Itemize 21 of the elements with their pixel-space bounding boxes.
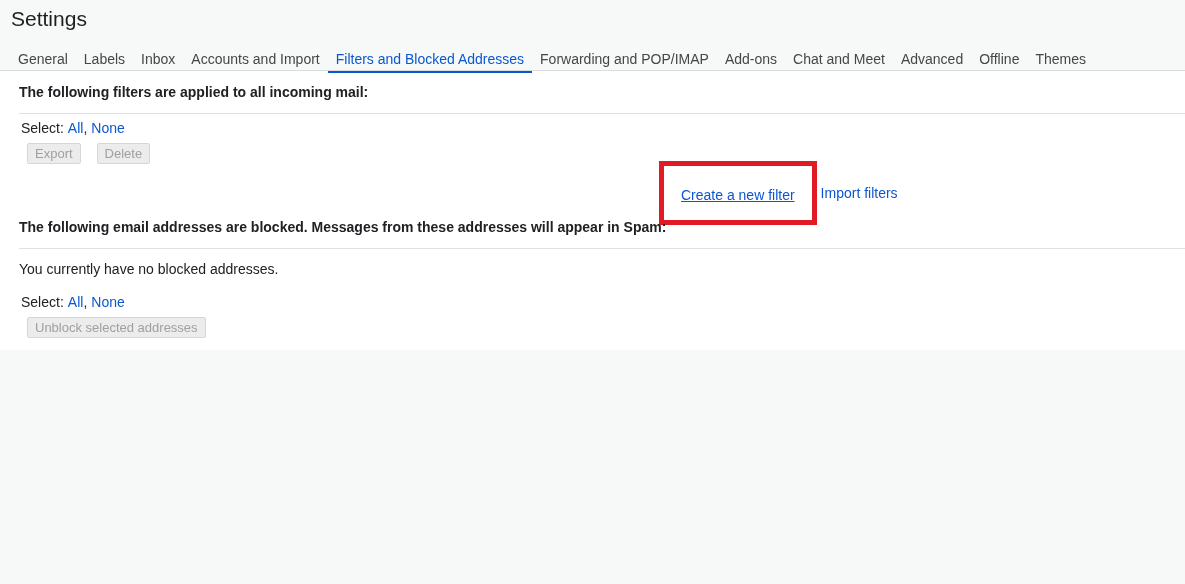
- settings-tab[interactable]: Offline: [971, 44, 1028, 73]
- settings-tab[interactable]: Add-ons: [716, 44, 786, 73]
- page-title: Settings: [11, 6, 87, 32]
- settings-tab[interactable]: Inbox: [133, 44, 184, 73]
- select-link[interactable]: None: [91, 119, 125, 137]
- settings-tab[interactable]: General: [10, 44, 76, 73]
- settings-tab[interactable]: Labels: [75, 44, 134, 73]
- separator-text: ,: [83, 119, 88, 137]
- filter-link[interactable]: Import filters: [820, 184, 898, 202]
- settings-tab[interactable]: Forwarding and POP/IMAP: [532, 44, 717, 73]
- settings-tab[interactable]: Chat and Meet: [785, 44, 893, 73]
- section-heading: The following filters are applied to all incoming mail:: [19, 84, 369, 100]
- filter-link[interactable]: Create a new filter: [659, 161, 817, 225]
- settings-tab[interactable]: Advanced: [892, 44, 972, 73]
- settings-tab[interactable]: Accounts and Import: [183, 44, 328, 73]
- separator-text: ,: [83, 293, 88, 311]
- select-link[interactable]: None: [91, 293, 125, 311]
- select-label: Select:: [21, 293, 64, 311]
- select-label: Select:: [21, 119, 64, 137]
- settings-tab[interactable]: Themes: [1027, 44, 1094, 73]
- empty-message: You currently have no blocked addresses.: [19, 260, 279, 278]
